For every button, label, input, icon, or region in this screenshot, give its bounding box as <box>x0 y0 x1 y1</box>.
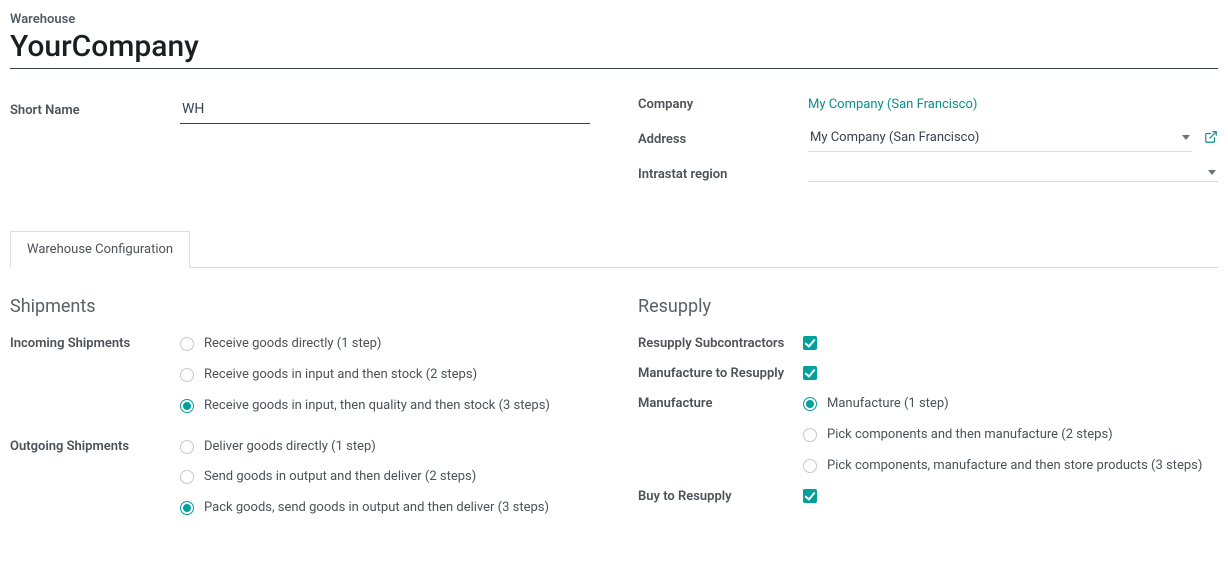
radio-icon <box>180 470 194 484</box>
address-select[interactable]: My Company (San Francisco) <box>808 126 1192 152</box>
address-label: Address <box>638 132 808 147</box>
radio-icon <box>180 501 194 515</box>
outgoing-option-2[interactable]: Send goods in output and then deliver (2… <box>180 468 590 487</box>
buy-to-resupply-checkbox[interactable] <box>803 489 817 503</box>
tabs: Warehouse Configuration <box>10 230 1218 268</box>
incoming-option-2-label: Receive goods in input and then stock (2… <box>204 366 477 385</box>
radio-icon <box>180 368 194 382</box>
intrastat-label: Intrastat region <box>638 167 808 182</box>
incoming-option-2[interactable]: Receive goods in input and then stock (2… <box>180 366 590 385</box>
short-name-label: Short Name <box>10 103 180 118</box>
tab-warehouse-configuration[interactable]: Warehouse Configuration <box>10 231 190 268</box>
resupply-subcontractors-label: Resupply Subcontractors <box>638 335 803 353</box>
incoming-option-1[interactable]: Receive goods directly (1 step) <box>180 335 590 354</box>
manufacture-option-2[interactable]: Pick components and then manufacture (2 … <box>803 426 1218 445</box>
buy-to-resupply-label: Buy to Resupply <box>638 488 803 506</box>
incoming-option-3[interactable]: Receive goods in input, then quality and… <box>180 397 590 416</box>
company-link[interactable]: My Company (San Francisco) <box>808 97 977 112</box>
radio-icon <box>180 440 194 454</box>
radio-icon <box>803 459 817 473</box>
outgoing-option-3-label: Pack goods, send goods in output and the… <box>204 499 549 518</box>
outgoing-shipments-label: Outgoing Shipments <box>10 438 180 519</box>
incoming-shipments-label: Incoming Shipments <box>10 335 180 416</box>
address-selected-value: My Company (San Francisco) <box>810 130 1176 145</box>
manufacture-option-1-label: Manufacture (1 step) <box>827 395 949 414</box>
outgoing-option-1[interactable]: Deliver goods directly (1 step) <box>180 438 590 457</box>
breadcrumb: Warehouse <box>10 12 1218 27</box>
shipments-title: Shipments <box>10 296 590 317</box>
radio-icon <box>803 428 817 442</box>
outgoing-option-1-label: Deliver goods directly (1 step) <box>204 438 376 457</box>
company-label: Company <box>638 97 808 112</box>
manufacture-to-resupply-label: Manufacture to Resupply <box>638 365 803 383</box>
short-name-input[interactable] <box>180 97 590 124</box>
manufacture-option-3-label: Pick components, manufacture and then st… <box>827 457 1202 476</box>
manufacture-option-3[interactable]: Pick components, manufacture and then st… <box>803 457 1218 476</box>
resupply-section: Resupply Resupply Subcontractors Manufac… <box>638 296 1218 540</box>
manufacture-to-resupply-checkbox[interactable] <box>803 366 817 380</box>
resupply-subcontractors-checkbox[interactable] <box>803 336 817 350</box>
page-title: YourCompany <box>10 29 1218 69</box>
radio-icon <box>180 337 194 351</box>
external-link-icon[interactable] <box>1204 130 1218 148</box>
incoming-option-3-label: Receive goods in input, then quality and… <box>204 397 550 416</box>
outgoing-option-3[interactable]: Pack goods, send goods in output and the… <box>180 499 590 518</box>
manufacture-option-2-label: Pick components and then manufacture (2 … <box>827 426 1113 445</box>
manufacture-option-1[interactable]: Manufacture (1 step) <box>803 395 1218 414</box>
resupply-title: Resupply <box>638 296 1218 317</box>
shipments-section: Shipments Incoming Shipments Receive goo… <box>10 296 590 540</box>
chevron-down-icon <box>1208 170 1216 175</box>
outgoing-option-2-label: Send goods in output and then deliver (2… <box>204 468 476 487</box>
manufacture-label: Manufacture <box>638 395 803 476</box>
form-header: Short Name Company My Company (San Franc… <box>10 97 1218 182</box>
intrastat-select[interactable] <box>808 166 1218 182</box>
radio-icon <box>180 399 194 413</box>
chevron-down-icon <box>1182 135 1190 140</box>
incoming-option-1-label: Receive goods directly (1 step) <box>204 335 381 354</box>
radio-icon <box>803 397 817 411</box>
